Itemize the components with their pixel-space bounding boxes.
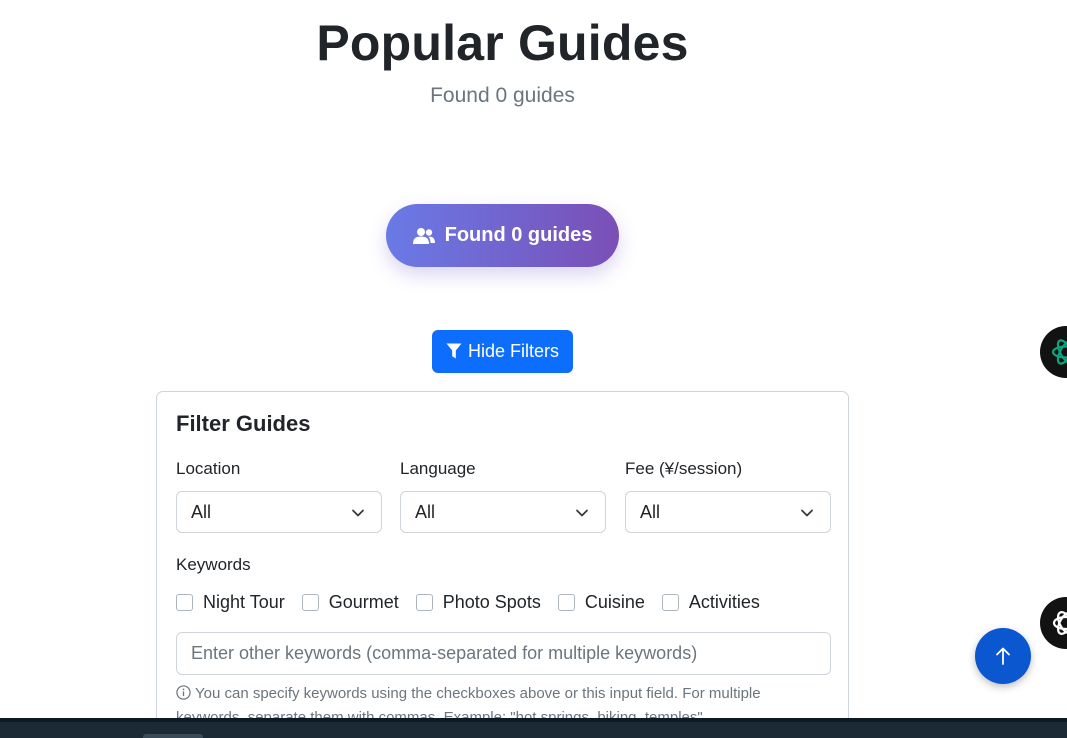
keyword-option-cuisine[interactable]: Cuisine	[557, 591, 645, 613]
keyword-checkbox[interactable]	[557, 593, 575, 611]
keyword-checkbox[interactable]	[661, 593, 679, 611]
keywords-label: Keywords	[176, 555, 251, 574]
keyword-option-activities[interactable]: Activities	[661, 591, 760, 613]
page-title: Popular Guides	[316, 15, 689, 71]
filter-icon	[446, 343, 462, 359]
language-select[interactable]: All	[400, 491, 606, 533]
taskbar-item[interactable]	[143, 734, 203, 738]
keyword-option-photo-spots[interactable]: Photo Spots	[415, 591, 541, 613]
users-icon	[412, 227, 435, 244]
hide-filters-button[interactable]: Hide Filters	[432, 330, 573, 373]
chevron-down-icon	[576, 509, 588, 517]
chevron-down-icon	[352, 509, 364, 517]
other-keywords-input[interactable]	[176, 632, 831, 675]
fee-select[interactable]: All	[625, 491, 831, 533]
language-label: Language	[400, 459, 476, 478]
keyword-checkbox[interactable]	[415, 593, 433, 611]
ai-assistant-extension-button[interactable]	[1040, 326, 1067, 378]
keyword-option-gourmet[interactable]: Gourmet	[301, 591, 399, 613]
scroll-to-top-button[interactable]	[975, 628, 1031, 684]
ai-assistant-icon	[1051, 339, 1067, 365]
guide-count-label: Found 0 guides	[444, 224, 593, 246]
filter-panel-title: Filter Guides	[176, 411, 311, 436]
location-select[interactable]: All	[176, 491, 382, 533]
location-label: Location	[176, 459, 241, 478]
location-select-value: All	[191, 501, 212, 522]
filter-panel: Filter Guides Location All Language All …	[156, 391, 849, 738]
hide-filters-label: Hide Filters	[467, 341, 560, 361]
keyword-option-label: Activities	[688, 591, 760, 612]
keyword-checkbox[interactable]	[176, 593, 193, 611]
keyword-option-label: Cuisine	[584, 591, 645, 612]
arrow-up-icon	[996, 647, 1010, 665]
keyword-option-night-tour[interactable]: Night Tour	[176, 592, 285, 613]
openai-icon	[1052, 611, 1067, 635]
language-select-value: All	[415, 501, 436, 522]
chat-extension-button[interactable]	[1040, 597, 1067, 649]
keyword-checkbox[interactable]	[301, 593, 319, 611]
guide-count-badge: Found 0 guides	[386, 204, 619, 267]
fee-label: Fee (¥/session)	[625, 459, 743, 478]
keyword-option-label: Gourmet	[328, 591, 399, 612]
chevron-down-icon	[801, 509, 813, 517]
fee-select-value: All	[640, 501, 661, 522]
keyword-option-label: Night Tour	[203, 591, 285, 612]
taskbar	[0, 718, 1067, 738]
keyword-checkbox-group: Night Tour Gourmet Photo Spots Cuisine A…	[176, 591, 777, 613]
keyword-option-label: Photo Spots	[442, 591, 541, 612]
info-circle-icon	[176, 685, 191, 700]
page-subtitle: Found 0 guides	[430, 84, 575, 107]
